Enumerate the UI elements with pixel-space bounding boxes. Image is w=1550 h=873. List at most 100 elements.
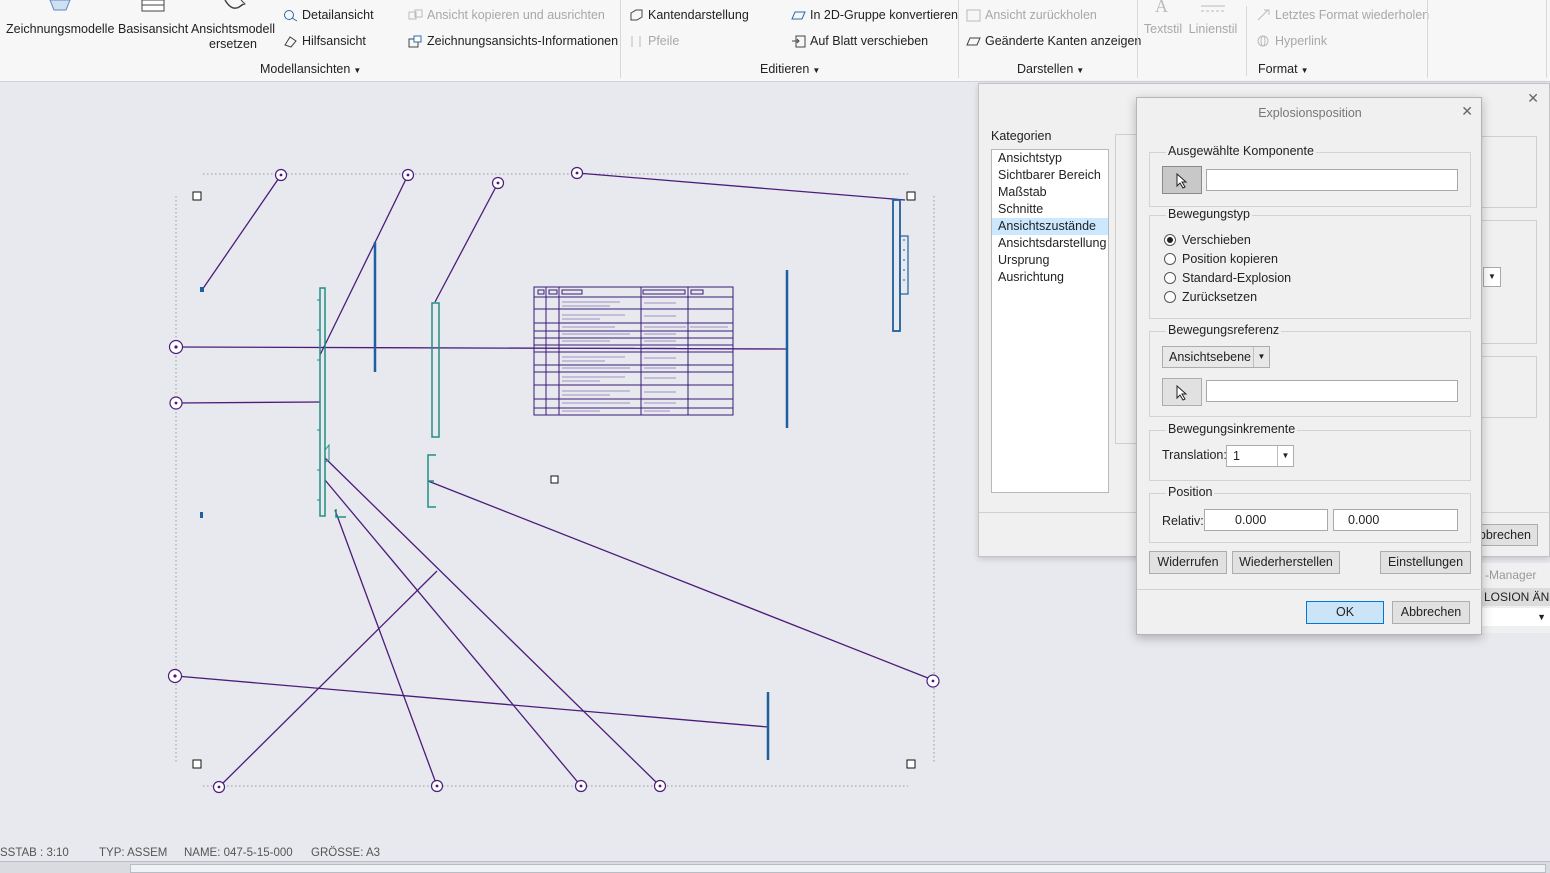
radio-dot[interactable] [1164,272,1176,284]
convert-2d-group-button[interactable]: In 2D-Gruppe konvertieren [791,8,958,22]
category-item[interactable]: Sichtbarer Bereich [992,167,1108,184]
redo-button[interactable]: Wiederherstellen [1232,551,1340,574]
radio-label: Verschieben [1182,233,1251,247]
status-type: TYP: ASSEM [99,847,168,859]
move-to-sheet-label: Auf Blatt verschieben [810,34,929,48]
undo-button[interactable]: Widerrufen [1149,551,1227,574]
chevron-down-icon[interactable]: ▼ [1480,608,1550,626]
arrows-label: Pfeile [648,34,680,48]
copy-align-icon [408,9,423,22]
edit-group-text: Editieren [760,62,810,76]
radio-copy-position[interactable]: Position kopieren [1164,252,1278,266]
radio-dot-checked[interactable] [1164,234,1176,246]
edge-display-button[interactable]: Kantendarstellung [629,8,749,22]
text-style-label: Textstil [1143,22,1183,36]
radio-label: Zurücksetzen [1182,290,1258,304]
close-icon[interactable]: ✕ [1527,90,1539,107]
chevron-down-icon[interactable]: ▼ [1253,347,1269,367]
category-item[interactable]: Ansichtstyp [992,150,1108,167]
parts-list-table[interactable] [533,286,734,416]
hidden-combo-arrow[interactable]: ▼ [1483,267,1501,287]
move-to-sheet-button[interactable]: Auf Blatt verschieben [791,34,928,48]
hyperlink-button[interactable]: Hyperlink [1256,34,1327,48]
position-y-field[interactable]: 0.000 [1333,509,1458,531]
position-legend: Position [1166,485,1215,499]
close-icon[interactable]: ✕ [1461,103,1473,120]
detail-view-button[interactable]: Detailansicht [283,8,374,22]
repeat-last-format-label: Letztes Format wiederholen [1275,8,1430,22]
copy-align-view-button[interactable]: Ansicht kopieren und ausrichten [408,8,605,22]
auxiliary-view-icon [283,35,298,48]
radio-reset[interactable]: Zurücksetzen [1164,290,1257,304]
replace-view-model-icon [219,0,247,14]
base-view-icon [138,0,166,14]
position-group: Position Relativ: 0.000 0.000 [1149,485,1471,543]
categories-label: Kategorien [991,129,1052,143]
radio-default-explode[interactable]: Standard-Explosion [1164,271,1291,285]
selected-component-field[interactable] [1206,169,1458,191]
hidden-panel-frame [1479,356,1537,418]
category-item[interactable]: Maßstab [992,184,1108,201]
relative-label: Relativ: [1162,514,1204,528]
manager-panel-fragment: -Manager LOSION ÄND ▼ [1480,563,1550,633]
text-style-icon: A [1149,0,1177,16]
position-x-field[interactable]: 0.000 [1204,509,1328,531]
manager-label: -Manager [1485,568,1537,582]
motion-reference-field[interactable] [1206,380,1458,402]
category-item[interactable]: Ausrichtung [992,269,1108,286]
category-item[interactable]: Ansichtsdarstellung [992,235,1108,252]
hyperlink-label: Hyperlink [1275,34,1328,48]
chevron-down-icon: ▼ [812,66,821,75]
status-size: GRÖSSE: A3 [311,847,381,859]
arrows-button[interactable]: Pfeile [629,34,679,48]
chevron-down-icon[interactable]: ▼ [1277,446,1293,466]
horizontal-scrollbar[interactable] [130,864,1546,873]
motion-reference-group: Bewegungsreferenz Ansichtsebene ▼ [1149,323,1471,417]
cancel-button[interactable]: Abbrechen [1392,601,1470,624]
radio-dot[interactable] [1164,253,1176,265]
drawing-view-info-label: Zeichnungsansichts-Informationen [427,34,619,48]
show-modified-edges-label: Geänderte Kanten anzeigen [985,34,1142,48]
model-views-group-label[interactable]: Modellansichten ▼ [260,62,361,76]
explosion-position-dialog: Explosionsposition ✕ Ausgewählte Kompone… [1136,97,1483,635]
select-component-button[interactable] [1162,166,1202,194]
line-style-icon [1199,0,1227,14]
line-style-button[interactable]: Linienstil [1187,0,1239,37]
selected-component-legend: Ausgewählte Komponente [1166,144,1316,158]
edge-display-label: Kantendarstellung [648,8,749,22]
edit-group-label[interactable]: Editieren ▼ [760,62,820,76]
auxiliary-view-button[interactable]: Hilfsansicht [283,34,366,48]
retrieve-view-button[interactable]: Ansicht zurückholen [966,8,1097,22]
display-group-label[interactable]: Darstellen ▼ [1017,62,1084,76]
radio-dot[interactable] [1164,291,1176,303]
ok-button[interactable]: OK [1306,601,1384,624]
replace-view-model-button[interactable]: Ansichtsmodell ersetzen [190,0,276,52]
text-style-button[interactable]: A Textstil [1143,0,1183,37]
explosion-state-row[interactable]: LOSION ÄND [1480,588,1550,606]
translation-dropdown[interactable]: 1 ▼ [1226,445,1294,467]
category-item[interactable]: Ursprung [992,252,1108,269]
format-group-label[interactable]: Format ▼ [1258,62,1309,76]
repeat-last-format-button[interactable]: Letztes Format wiederholen [1256,8,1429,22]
category-item-selected[interactable]: Ansichtszustände [992,218,1108,235]
drawing-view-info-button[interactable]: Zeichnungsansichts-Informationen [408,34,618,48]
motion-increments-group: Bewegungsinkremente Translation: 1 ▼ [1149,422,1471,481]
format-group-text: Format [1258,62,1298,76]
radio-label: Position kopieren [1182,252,1278,266]
base-view-button[interactable]: Basisansicht [118,0,188,37]
categories-list[interactable]: Ansichtstyp Sichtbarer Bereich Maßstab S… [991,149,1109,493]
view-info-icon [408,35,423,48]
motion-reference-dropdown[interactable]: Ansichtsebene ▼ [1162,346,1270,368]
ribbon-separator [620,0,621,78]
drawing-models-button[interactable]: Zeichnungsmodelle [6,0,114,37]
select-reference-button[interactable] [1162,378,1202,406]
category-item[interactable]: Schnitte [992,201,1108,218]
hyperlink-icon [1256,35,1271,48]
move-to-sheet-icon [791,35,806,48]
chevron-down-icon: ▼ [353,66,362,75]
show-modified-edges-button[interactable]: Geänderte Kanten anzeigen [966,34,1141,48]
exploded-assembly-drawing[interactable] [0,83,980,843]
radio-translate[interactable]: Verschieben [1164,233,1251,247]
ribbon-separator [958,0,959,78]
settings-button[interactable]: Einstellungen [1380,551,1471,574]
